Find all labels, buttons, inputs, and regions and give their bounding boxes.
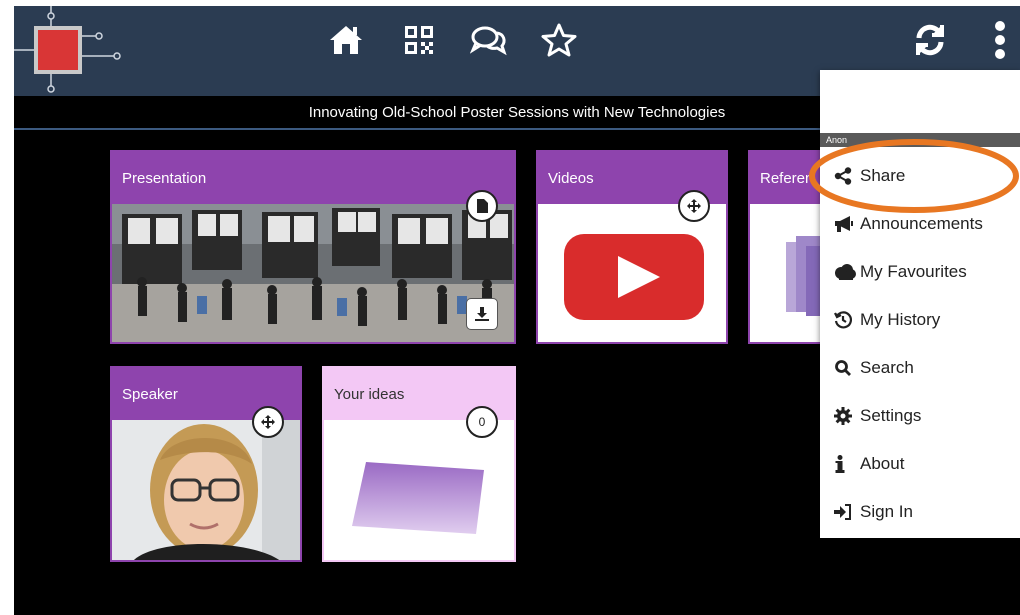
menu-item-label: My History [860, 310, 941, 329]
history-icon [834, 311, 858, 329]
info-icon [834, 455, 858, 473]
cloud-icon [834, 264, 858, 280]
tile-title: Presentation [112, 152, 514, 204]
ideas-count-badge[interactable]: 0 [466, 406, 498, 438]
move-icon[interactable] [252, 406, 284, 438]
qr-code-icon[interactable] [399, 20, 439, 60]
star-icon[interactable] [539, 20, 579, 60]
more-vertical-icon[interactable] [980, 20, 1020, 60]
sign-in-icon [834, 504, 858, 520]
download-icon[interactable] [466, 298, 498, 330]
menu-item-about[interactable]: About [820, 442, 1020, 486]
move-icon[interactable] [678, 190, 710, 222]
menu-item-label: Announcements [860, 214, 983, 233]
videos-tile[interactable]: Videos [536, 150, 728, 344]
bullhorn-icon [834, 215, 858, 233]
highlight-ellipse [809, 139, 1019, 213]
speaker-photo [112, 420, 300, 560]
gear-icon [834, 407, 858, 425]
sticky-note-icon [352, 462, 484, 534]
logo[interactable] [14, 6, 134, 96]
speaker-tile[interactable]: Speaker [110, 366, 302, 562]
ideas-tile[interactable]: Your ideas 0 [322, 366, 516, 562]
menu-item-label: Sign In [860, 502, 913, 521]
menu-item-label: About [860, 454, 905, 473]
presentation-tile[interactable]: Presentation [110, 150, 516, 344]
menu-item-history[interactable]: My History [820, 298, 1020, 342]
menu-item-label: Search [860, 358, 914, 377]
youtube-icon [564, 234, 704, 320]
search-icon [834, 359, 858, 377]
comments-icon[interactable] [469, 20, 509, 60]
menu-item-favourites[interactable]: My Favourites [820, 250, 1020, 294]
menu-item-search[interactable]: Search [820, 346, 1020, 390]
conference-photo [112, 204, 514, 342]
menu-item-settings[interactable]: Settings [820, 394, 1020, 438]
refresh-icon[interactable] [910, 20, 950, 60]
menu-item-sign-in[interactable]: Sign In [820, 490, 1020, 534]
home-icon[interactable] [326, 20, 366, 60]
document-icon[interactable] [466, 190, 498, 222]
menu-item-label: My Favourites [860, 262, 967, 281]
menu-item-label: Settings [860, 406, 922, 425]
